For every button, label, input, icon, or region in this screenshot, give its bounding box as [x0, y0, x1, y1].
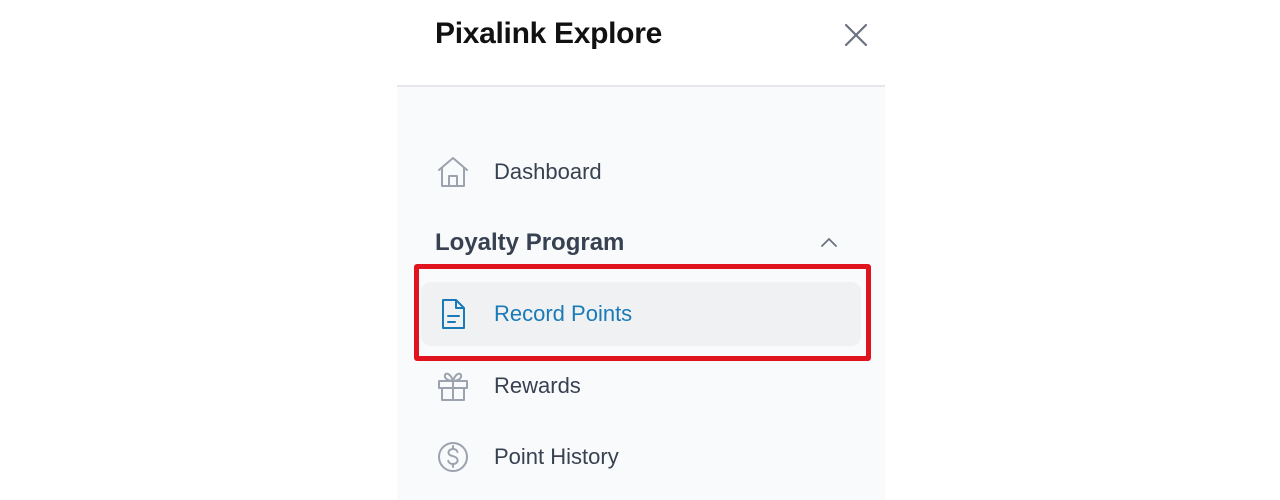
- navigation-drawer: Pixalink Explore Dashboard Loyalty Progr…: [397, 0, 885, 500]
- section-label: Loyalty Program: [435, 229, 625, 256]
- drawer-body: Dashboard Loyalty Program Record Points: [397, 87, 885, 500]
- nav-item-rewards[interactable]: Rewards: [421, 354, 861, 418]
- close-icon: [844, 23, 868, 47]
- nav-item-dashboard[interactable]: Dashboard: [421, 140, 861, 204]
- nav-item-label: Point History: [494, 444, 619, 469]
- app-title: Pixalink Explore: [435, 17, 662, 50]
- home-icon: [438, 157, 468, 187]
- document-icon: [442, 299, 465, 329]
- nav-item-label: Record Points: [494, 301, 633, 326]
- nav-item-label: Dashboard: [494, 159, 602, 184]
- nav-item-point-history[interactable]: Point History: [421, 425, 861, 489]
- chevron-up-icon: [821, 238, 837, 247]
- nav-item-record-points[interactable]: Record Points: [421, 282, 861, 346]
- dollar-circle-icon: [438, 442, 468, 472]
- gift-icon: [438, 372, 468, 401]
- section-loyalty-program[interactable]: Loyalty Program: [435, 225, 847, 261]
- close-button[interactable]: [843, 22, 869, 48]
- nav-item-label: Rewards: [494, 373, 581, 398]
- drawer-header: Pixalink Explore: [397, 0, 885, 87]
